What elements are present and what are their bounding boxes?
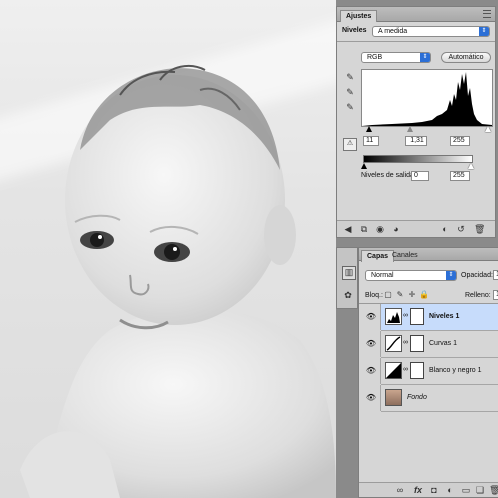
clip-to-layer-icon[interactable]: ◉ bbox=[375, 224, 385, 234]
tab-canales[interactable]: Canales bbox=[387, 250, 423, 261]
levels-adjustment-icon bbox=[385, 308, 402, 325]
eye-icon[interactable]: 👁 bbox=[362, 331, 381, 357]
folder-icon[interactable]: ▭ bbox=[461, 485, 471, 495]
layer-mask-thumbnail[interactable] bbox=[410, 362, 424, 379]
layer-row[interactable]: 👁 ∞ Niveles 1 bbox=[366, 304, 498, 331]
layer-row[interactable]: 👁 ∞ Curvas 1 bbox=[366, 331, 498, 358]
fill-label: Relleno: bbox=[465, 292, 491, 299]
link-icon: ∞ bbox=[403, 312, 408, 319]
panel-menu-icon[interactable] bbox=[483, 10, 491, 18]
lock-position-icon[interactable]: ✛ bbox=[407, 290, 417, 300]
channel-value: RGB bbox=[367, 54, 383, 61]
eye-icon[interactable]: 👁 bbox=[362, 385, 381, 411]
adjustments-footer: ◀ ⧉ ◉ ◕ ◐ ↺ 🗑 bbox=[337, 220, 495, 237]
black-eyedropper-icon[interactable]: ✎ bbox=[345, 72, 355, 82]
collapsed-panels-strip: ▥ ✿ bbox=[336, 247, 358, 309]
link-icon: ∞ bbox=[403, 339, 408, 346]
link-layers-icon[interactable]: ∞ bbox=[395, 485, 405, 495]
input-slider-track bbox=[361, 126, 491, 132]
image-thumbnail bbox=[385, 389, 402, 406]
output-white-handle[interactable] bbox=[468, 163, 474, 169]
lock-label: Bloq.: bbox=[365, 292, 383, 299]
input-black-field[interactable]: 11 bbox=[363, 136, 379, 146]
opacity-label: Opacidad: bbox=[461, 272, 493, 279]
eye-icon[interactable]: 👁 bbox=[362, 304, 381, 330]
white-eyedropper-icon[interactable]: ✎ bbox=[345, 102, 355, 112]
tab-ajustes[interactable]: Ajustes bbox=[340, 10, 378, 22]
eye-icon[interactable]: 👁 bbox=[362, 358, 381, 384]
layer-name: Curvas 1 bbox=[429, 340, 458, 347]
blend-mode-select[interactable]: Normal ⇕ bbox=[365, 270, 457, 281]
layer-row[interactable]: 👁 ∞ Blanco y negro 1 bbox=[366, 358, 498, 385]
output-levels-label: Niveles de salida: bbox=[361, 172, 416, 179]
visibility-eye-icon[interactable]: ◕ bbox=[391, 224, 401, 234]
layer-row[interactable]: 👁 Fondo 🔒 bbox=[366, 385, 498, 412]
curves-adjustment-icon bbox=[385, 335, 402, 352]
layer-name: Fondo bbox=[407, 394, 427, 401]
output-black-field[interactable]: 0 bbox=[411, 171, 429, 181]
auto-button[interactable]: Automático bbox=[441, 52, 491, 63]
layers-list: 👁 ∞ Niveles 1 👁 ∞ Curvas 1 👁 ∞ Blanco y … bbox=[359, 303, 498, 424]
expand-view-icon[interactable]: ⧉ bbox=[359, 224, 369, 234]
divider bbox=[337, 41, 495, 42]
reset-icon[interactable]: ↺ bbox=[456, 224, 466, 234]
layers-tabbar: Capas Canales bbox=[359, 248, 498, 262]
black-white-adjustment-icon bbox=[385, 362, 402, 379]
lock-transparency-icon[interactable]: ▢ bbox=[383, 290, 393, 300]
view-previous-icon[interactable]: ◐ bbox=[440, 224, 450, 234]
brushes-panel-icon[interactable]: ✿ bbox=[342, 290, 354, 302]
output-gradient bbox=[363, 155, 473, 163]
layer-name: Blanco y negro 1 bbox=[429, 367, 482, 374]
back-arrow-icon[interactable]: ◀ bbox=[343, 224, 353, 234]
clipping-warning-icon[interactable]: ⚠ bbox=[343, 138, 357, 151]
gray-eyedropper-icon[interactable]: ✎ bbox=[345, 87, 355, 97]
layers-footer: ∞ fx ◘ ◐ ▭ ❏ 🗑 bbox=[359, 482, 498, 497]
trash-icon[interactable]: 🗑 bbox=[474, 224, 485, 234]
gamma-handle[interactable] bbox=[407, 126, 413, 132]
trash-icon[interactable]: 🗑 bbox=[489, 485, 498, 495]
chevron-updown-icon: ⇕ bbox=[420, 53, 430, 62]
preset-select[interactable]: A medida ⇕ bbox=[372, 26, 490, 37]
opacity-field[interactable]: 10 bbox=[493, 270, 498, 280]
adjustments-tabbar: Ajustes bbox=[337, 7, 495, 22]
adjustments-panel: Ajustes Niveles A medida ⇕ RGB ⇕ Automát… bbox=[336, 6, 496, 238]
chevron-updown-icon: ⇕ bbox=[479, 27, 489, 36]
link-icon: ∞ bbox=[403, 366, 408, 373]
baby-photo bbox=[20, 64, 336, 498]
preset-label: Niveles bbox=[342, 27, 367, 34]
output-white-field[interactable]: 255 bbox=[450, 171, 470, 181]
black-point-handle[interactable] bbox=[366, 126, 372, 132]
fx-icon[interactable]: fx bbox=[413, 485, 423, 495]
layer-name: Niveles 1 bbox=[429, 313, 460, 320]
histogram bbox=[361, 69, 493, 127]
new-layer-icon[interactable]: ❏ bbox=[475, 485, 485, 495]
layers-panel: Capas Canales Normal ⇕ Opacidad: 10 Bloq… bbox=[358, 247, 498, 498]
input-white-field[interactable]: 255 bbox=[450, 136, 470, 146]
layer-mask-thumbnail[interactable] bbox=[410, 335, 424, 352]
white-point-handle[interactable] bbox=[485, 126, 491, 132]
document-canvas[interactable] bbox=[0, 0, 336, 498]
layer-mask-thumbnail[interactable] bbox=[410, 308, 424, 325]
histogram-graph bbox=[362, 72, 492, 126]
lock-all-icon[interactable]: 🔒 bbox=[419, 290, 429, 300]
chevron-updown-icon: ⇕ bbox=[446, 271, 456, 280]
histogram-panel-icon[interactable]: ▥ bbox=[342, 266, 356, 280]
channel-select[interactable]: RGB ⇕ bbox=[361, 52, 431, 63]
output-black-handle[interactable] bbox=[361, 163, 367, 169]
add-mask-icon[interactable]: ◘ bbox=[429, 485, 439, 495]
adjustment-layer-icon[interactable]: ◐ bbox=[445, 485, 455, 495]
blend-mode-value: Normal bbox=[371, 272, 394, 279]
preset-value: A medida bbox=[378, 28, 408, 35]
fill-field[interactable]: 10 bbox=[493, 290, 498, 300]
lock-pixels-icon[interactable]: ✎ bbox=[395, 290, 405, 300]
input-gamma-field[interactable]: 1,31 bbox=[405, 136, 427, 146]
